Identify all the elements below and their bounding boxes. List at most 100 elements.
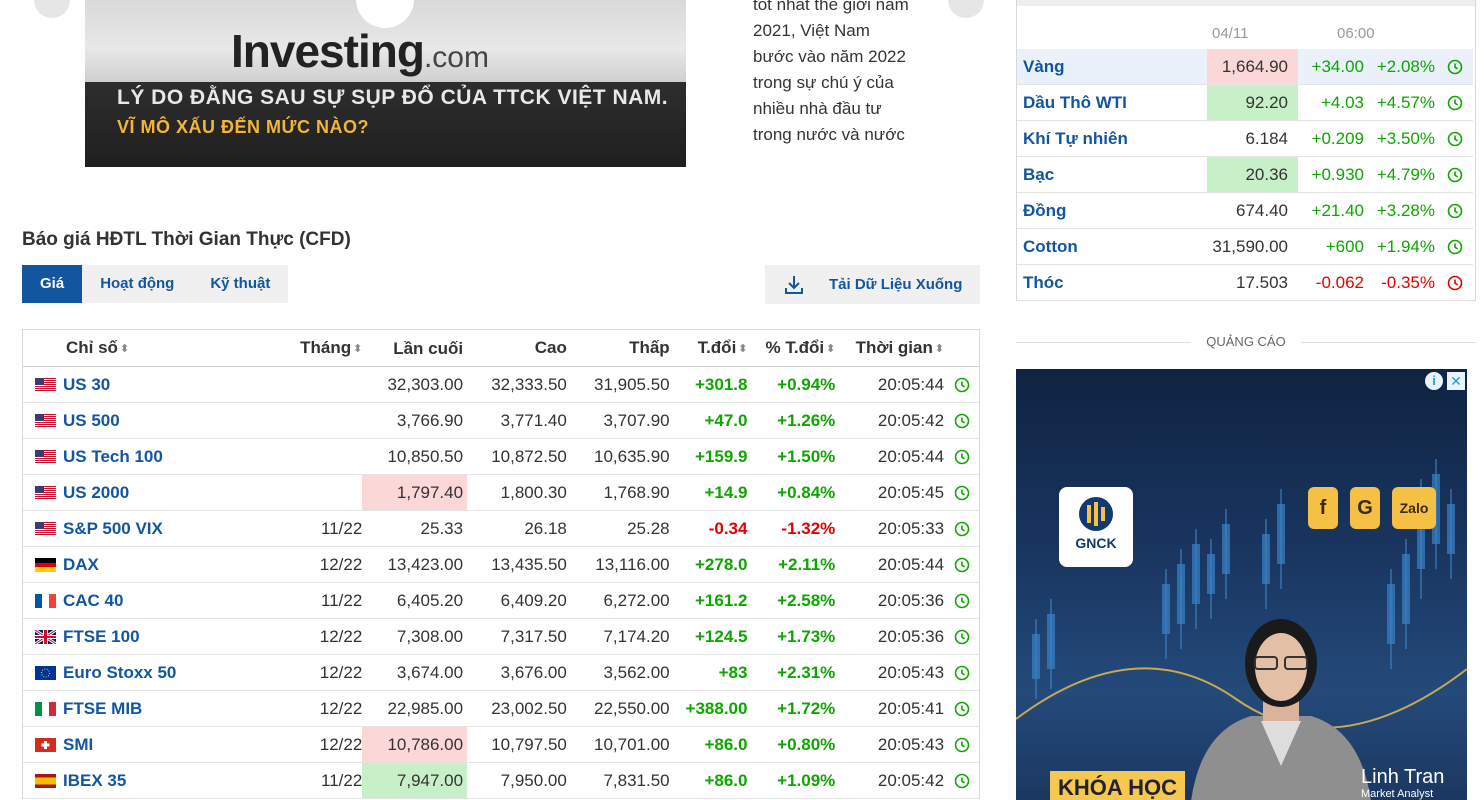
commodity-row: Vàng 1,664.90 +34.00 +2.08%	[1017, 49, 1473, 85]
clock-icon	[1435, 239, 1463, 255]
commodity-last-cell: 92.20	[1207, 85, 1298, 120]
download-icon	[785, 275, 803, 294]
table-row: Euro Stoxx 50 12/22 3,674.00 3,676.00 3,…	[23, 655, 979, 691]
download-label: Tải Dữ Liệu Xuống	[829, 276, 963, 293]
download-data-button[interactable]: Tải Dữ Liệu Xuống	[765, 265, 980, 304]
commodity-percent-cell: +3.28%	[1376, 200, 1435, 220]
low-cell: 3,562.00	[603, 662, 670, 682]
instrument-link[interactable]: DAX	[63, 555, 99, 575]
commodity-change-cell: +0.209	[1311, 128, 1364, 148]
tab-technical[interactable]: Kỹ thuật	[192, 265, 288, 303]
change-cell: +124.5	[694, 626, 748, 646]
instrument-link[interactable]: CAC 40	[63, 591, 123, 611]
clock-icon	[944, 521, 979, 537]
investing-logo: Investing.com	[231, 24, 489, 78]
high-cell: 7,317.50	[500, 626, 567, 646]
instrument-link[interactable]: IBEX 35	[63, 771, 126, 791]
sort-icon: ⬍	[119, 342, 130, 355]
ad-logo-text: GNCK	[1075, 535, 1117, 551]
time-cell: 20:05:33	[877, 518, 945, 538]
instrument-link[interactable]: US 30	[63, 375, 110, 395]
instrument-link[interactable]: S&P 500 VIX	[63, 519, 163, 539]
instrument-link[interactable]: US 500	[63, 411, 120, 431]
instrument-link[interactable]: US 2000	[63, 483, 129, 503]
instrument-link[interactable]: Euro Stoxx 50	[63, 663, 176, 683]
commodity-link[interactable]: Cotton	[1017, 237, 1207, 257]
instrument-link[interactable]: FTSE 100	[63, 627, 140, 647]
header-low: Thấp	[629, 338, 670, 357]
commodity-last-cell: 6.184	[1245, 129, 1288, 148]
header-month[interactable]: Tháng ⬍	[278, 338, 362, 358]
header-change[interactable]: T.đổi ⬍	[670, 338, 748, 358]
carousel-next-button[interactable]	[948, 0, 984, 18]
de-flag-icon	[35, 557, 56, 572]
time-cell: 20:05:44	[877, 446, 945, 466]
clock-icon	[944, 773, 979, 789]
commodities-header-date: 04/11	[1212, 25, 1249, 42]
gb-flag-icon	[35, 629, 56, 644]
commodity-link[interactable]: Đồng	[1017, 201, 1207, 221]
commodity-link[interactable]: Bạc	[1017, 165, 1207, 185]
close-icon[interactable]: ✕	[1447, 372, 1465, 390]
header-name[interactable]: Chỉ số ⬍	[23, 338, 278, 358]
percent-change-cell: +1.26%	[777, 410, 836, 430]
commodity-percent-cell: +3.50%	[1376, 128, 1435, 148]
commodity-change-cell: +21.40	[1311, 200, 1364, 220]
header-time[interactable]: Thời gian ⬍	[835, 338, 944, 358]
commodity-percent-cell: +4.79%	[1376, 164, 1435, 184]
instrument-link[interactable]: SMI	[63, 735, 93, 755]
change-cell: +14.9	[704, 482, 748, 502]
article-snippet[interactable]: tốt nhất thế giới năm 2021, Việt Nam bướ…	[753, 0, 913, 167]
instrument-link[interactable]: US Tech 100	[63, 447, 163, 467]
us-flag-icon	[35, 521, 56, 536]
clock-icon	[1435, 275, 1463, 291]
commodity-percent-cell: +2.08%	[1376, 56, 1435, 76]
low-cell: 13,116.00	[595, 554, 670, 574]
month-cell: 12/22	[319, 698, 363, 718]
high-cell: 6,409.20	[500, 590, 567, 610]
month-cell: 11/22	[321, 590, 363, 610]
commodity-link[interactable]: Vàng	[1017, 57, 1207, 77]
instrument-cell: US Tech 100	[23, 447, 277, 467]
section-title: Báo giá HĐTL Thời Gian Thực (CFD)	[22, 229, 351, 250]
commodity-last-cell: 1,664.90	[1207, 49, 1298, 84]
month-cell: 12/22	[319, 554, 363, 574]
header-percent-change[interactable]: % T.đổi ⬍	[748, 338, 836, 358]
time-cell: 20:05:43	[877, 734, 945, 754]
percent-change-cell: -1.32%	[781, 518, 836, 538]
time-cell: 20:05:42	[877, 410, 945, 430]
carousel-prev-button[interactable]	[34, 0, 70, 18]
tab-price[interactable]: Giá	[22, 265, 83, 303]
commodity-link[interactable]: Dầu Thô WTI	[1017, 93, 1207, 113]
last-price-cell: 7,308.00	[396, 627, 464, 646]
instrument-link[interactable]: FTSE MIB	[63, 699, 142, 719]
it-flag-icon	[35, 701, 56, 716]
commodity-link[interactable]: Khí Tự nhiên	[1017, 129, 1207, 149]
time-cell: 20:05:44	[877, 374, 945, 394]
clock-icon	[944, 485, 979, 501]
tab-performance[interactable]: Hoạt động	[82, 265, 192, 303]
video-subheadline: VĨ MÔ XẤU ĐẾN MỨC NÀO?	[117, 117, 369, 137]
ad-person-name: Linh Tran	[1361, 766, 1445, 788]
ad-banner[interactable]: i ✕ GNCK f G Zalo KHÓA HỌC Linh Tran Mar…	[1016, 369, 1467, 800]
last-price-cell: 10,850.50	[387, 447, 464, 466]
high-cell: 7,950.00	[500, 770, 567, 790]
last-price-cell: 22,985.00	[387, 699, 464, 718]
commodity-change-cell: +34.00	[1311, 56, 1364, 76]
high-cell: 10,872.50	[491, 446, 567, 466]
video-headline: LÝ DO ĐẰNG SAU SỰ SỤP ĐỔ CỦA TTCK VIỆT N…	[117, 86, 669, 109]
fr-flag-icon	[35, 593, 56, 608]
header-high: Cao	[534, 338, 567, 357]
commodities-header-time: 06:00	[1337, 25, 1375, 42]
info-icon[interactable]: i	[1425, 372, 1443, 390]
commodity-change-cell: +600	[1325, 236, 1364, 256]
last-price-cell: 3,766.90	[396, 411, 464, 430]
video-player[interactable]: Investing.com LÝ DO ĐẰNG SAU SỰ SỤP ĐỔ C…	[85, 0, 686, 167]
commodity-link[interactable]: Thóc	[1017, 273, 1207, 293]
clock-icon	[1435, 203, 1463, 219]
percent-change-cell: +1.72%	[777, 698, 836, 718]
low-cell: 31,905.50	[594, 374, 670, 394]
commodity-row: Bạc 20.36 +0.930 +4.79%	[1017, 157, 1473, 193]
ad-label-row: QUẢNG CÁO	[1016, 332, 1476, 352]
time-cell: 20:05:41	[877, 698, 945, 718]
